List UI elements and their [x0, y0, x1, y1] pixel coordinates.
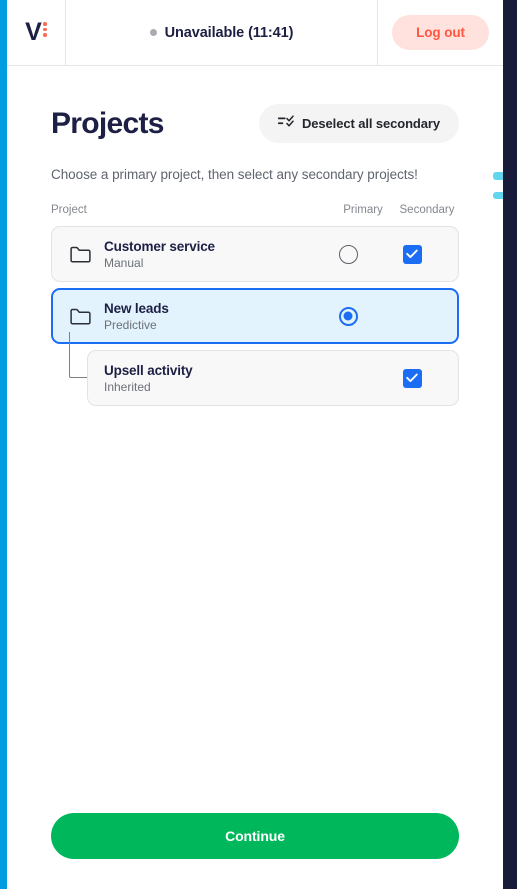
folder-icon	[70, 308, 92, 325]
project-row-wrapper: Customer service Manual	[51, 226, 459, 288]
logout-button[interactable]: Log out	[392, 15, 489, 50]
page-title: Projects	[51, 106, 164, 140]
project-type: Predictive	[104, 317, 157, 332]
project-type: Manual	[104, 255, 144, 270]
project-list: Customer service Manual New leads Predictiv…	[51, 226, 459, 412]
deselect-all-secondary-label: Deselect all secondary	[302, 116, 440, 131]
app-screen: V Unavailable (11:41) Log out Projects D…	[0, 0, 517, 889]
primary-radio[interactable]	[338, 244, 358, 264]
continue-button[interactable]: Continue	[51, 813, 459, 859]
column-header-primary: Primary	[343, 204, 383, 216]
main-content: Projects Deselect all secondary Choose a…	[7, 66, 503, 813]
logo-dots-icon	[43, 20, 47, 37]
logout-cell: Log out	[378, 0, 503, 65]
project-name: Customer service	[104, 238, 215, 254]
page-subtitle: Choose a primary project, then select an…	[51, 167, 418, 182]
folder-icon	[70, 246, 92, 263]
logo-cell[interactable]: V	[7, 0, 66, 65]
project-text: New leads Predictive	[104, 301, 320, 332]
checklist-icon	[278, 115, 294, 132]
secondary-cell	[380, 368, 444, 388]
project-row-wrapper: New leads Predictive	[51, 288, 459, 350]
project-row[interactable]: Customer service Manual	[51, 226, 459, 282]
right-edge-panel	[493, 0, 517, 889]
project-name: New leads	[104, 300, 169, 316]
primary-radio-selected[interactable]	[338, 306, 358, 326]
project-row[interactable]: New leads Predictive	[51, 288, 459, 344]
column-header-project: Project	[51, 204, 87, 216]
secondary-cell	[380, 244, 444, 264]
app-header: V Unavailable (11:41) Log out	[7, 0, 503, 66]
table-column-headers: Project Primary Secondary	[51, 204, 459, 216]
secondary-checkbox-checked[interactable]	[402, 368, 422, 388]
left-edge-rail	[0, 0, 7, 889]
project-text: Upsell activity Inherited	[104, 363, 320, 394]
vonage-logo-icon: V	[25, 20, 47, 45]
column-header-secondary: Secondary	[399, 204, 455, 216]
logo-letter: V	[25, 18, 42, 46]
project-row-wrapper: Upsell activity Inherited	[51, 332, 459, 412]
deselect-all-secondary-button[interactable]: Deselect all secondary	[259, 104, 459, 143]
project-row[interactable]: Upsell activity Inherited	[87, 350, 459, 406]
status-label: Unavailable (11:41)	[164, 24, 294, 41]
secondary-checkbox-checked[interactable]	[402, 244, 422, 264]
app-frame: V Unavailable (11:41) Log out Projects D…	[7, 0, 503, 889]
footer: Continue	[7, 813, 503, 889]
project-name: Upsell activity	[104, 362, 193, 378]
status-dot-icon	[149, 29, 157, 36]
right-panel-widget-top	[493, 172, 503, 180]
primary-cell	[320, 244, 376, 264]
right-panel-widget-bottom	[493, 192, 503, 199]
project-text: Customer service Manual	[104, 239, 320, 270]
agent-status[interactable]: Unavailable (11:41)	[66, 0, 378, 65]
primary-cell	[320, 306, 376, 326]
project-type: Inherited	[104, 379, 151, 394]
title-row: Projects Deselect all secondary	[51, 104, 459, 143]
